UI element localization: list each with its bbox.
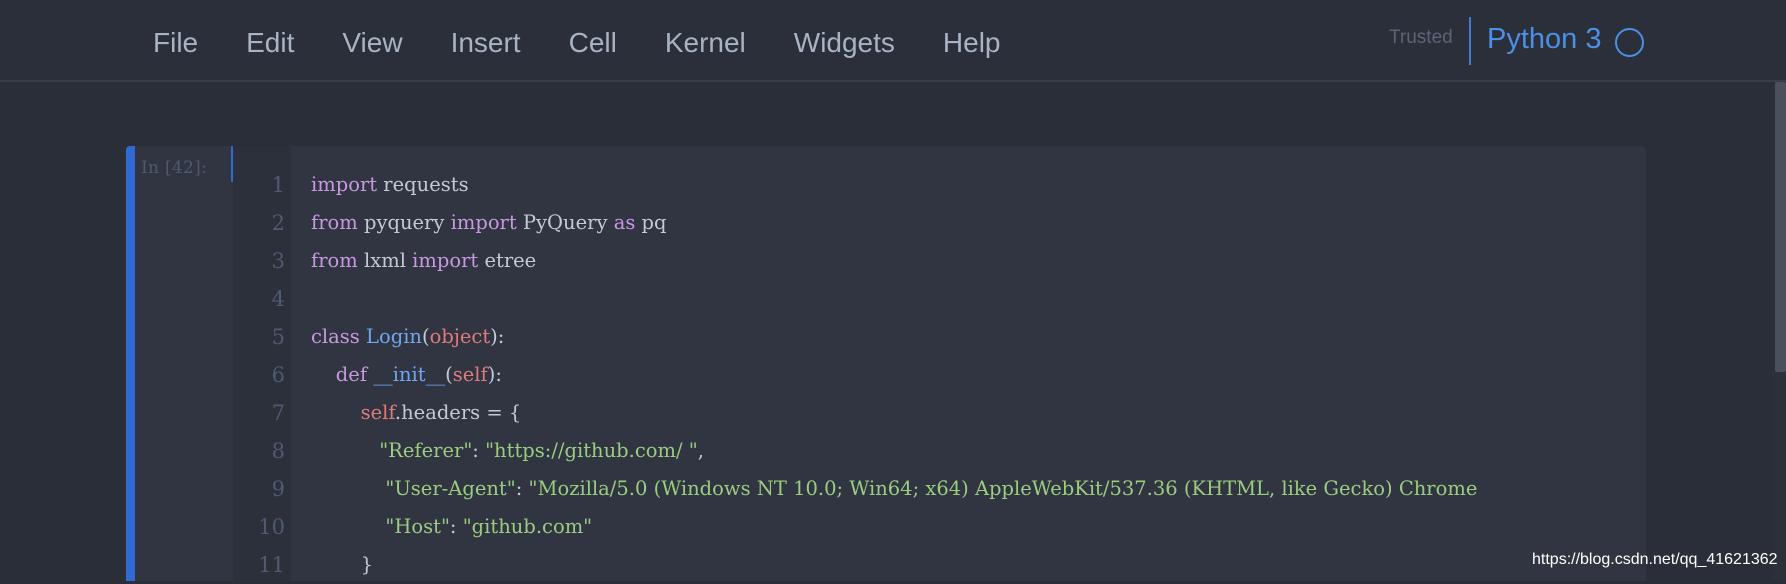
line-number: 5	[271, 325, 285, 349]
code-token: object	[429, 325, 491, 348]
code-token: requests	[377, 173, 469, 196]
code-token: "User-Agent"	[385, 477, 516, 500]
line-number: 1	[271, 173, 285, 197]
cell-selection-bar	[126, 146, 135, 581]
code-token: etree	[478, 249, 537, 272]
menu-file[interactable]: File	[153, 26, 198, 60]
code-token: ):	[487, 363, 502, 386]
code-line: ​	[311, 280, 1615, 318]
code-token: "Referer"	[379, 439, 473, 462]
code-token: "https://github.com/ "	[485, 439, 698, 462]
code-token: ):	[490, 325, 505, 348]
menu-kernel[interactable]: Kernel	[665, 26, 746, 60]
menu-view[interactable]: View	[342, 26, 402, 60]
menu-widgets[interactable]: Widgets	[794, 26, 895, 60]
code-line: import requests	[311, 166, 1615, 204]
code-line: "User-Agent": "Mozilla/5.0 (Windows NT 1…	[311, 470, 1615, 508]
code-token: import	[311, 173, 378, 196]
code-token: (	[445, 363, 453, 386]
code-token: Login	[366, 325, 422, 348]
line-number: 3	[271, 249, 285, 273]
code-token: :	[449, 515, 463, 538]
line-number: 7	[271, 401, 285, 425]
line-numbers: 1 2 3 4 5 6 7 8 9 10 11	[233, 166, 285, 584]
code-token: .headers = {	[394, 401, 522, 424]
menu-cell[interactable]: Cell	[569, 26, 617, 60]
line-number: 4	[271, 287, 285, 311]
code-token: :	[515, 477, 529, 500]
code-line: "Host": "github.com"	[311, 508, 1615, 546]
trusted-indicator[interactable]: Trusted	[1389, 26, 1453, 50]
code-token: lxml	[357, 249, 413, 272]
code-editor[interactable]: import requests from pyquery import PyQue…	[311, 166, 1615, 584]
kernel-divider	[1469, 17, 1471, 65]
code-token: PyQuery	[516, 211, 614, 234]
code-token: self	[360, 401, 395, 424]
code-line: self.headers = {	[311, 394, 1615, 432]
code-token: pq	[635, 211, 667, 234]
code-token: __init__	[373, 363, 446, 386]
code-token: :	[472, 439, 486, 462]
kernel-idle-icon	[1615, 28, 1644, 57]
scrollbar-thumb[interactable]	[1775, 82, 1786, 372]
code-line: "Referer": "https://github.com/ ",	[311, 432, 1615, 470]
code-line: from pyquery import PyQuery as pq	[311, 204, 1615, 242]
line-number: 2	[271, 211, 285, 235]
line-number: 6	[271, 363, 285, 387]
code-token: pyquery	[357, 211, 451, 234]
code-line: from lxml import etree	[311, 242, 1615, 280]
line-number: 9	[271, 477, 285, 501]
menu-insert[interactable]: Insert	[451, 26, 521, 60]
code-token: from	[311, 211, 358, 234]
watermark: https://blog.csdn.net/qq_41621362	[1532, 551, 1778, 568]
code-line: def __init__(self):	[311, 356, 1615, 394]
code-token: }	[311, 553, 373, 576]
code-token: "Mozilla/5.0 (Windows NT 10.0; Win64; x6…	[528, 477, 1478, 500]
line-number: 11	[258, 553, 285, 577]
menu-edit[interactable]: Edit	[246, 26, 294, 60]
code-token: "github.com"	[462, 515, 593, 538]
kernel-name[interactable]: Python 3	[1487, 22, 1601, 56]
code-token: self	[452, 363, 488, 386]
menu-help[interactable]: Help	[943, 26, 1001, 60]
cell-prompt: In [42]:	[141, 158, 208, 178]
code-token: ,	[697, 439, 704, 462]
code-token: (	[421, 325, 430, 348]
code-token: import	[412, 249, 479, 272]
code-line: }	[311, 546, 1615, 584]
code-token: "Host"	[385, 515, 450, 538]
menu-items: File Edit View Insert Cell Kernel Widget…	[153, 26, 1049, 60]
line-number: 8	[271, 439, 285, 463]
code-line: class Login(object):	[311, 318, 1615, 356]
code-token: from	[311, 249, 358, 272]
code-token: import	[450, 211, 517, 234]
menu-bar: File Edit View Insert Cell Kernel Widget…	[0, 0, 1786, 82]
code-token: def	[335, 363, 368, 386]
code-token: as	[613, 211, 636, 234]
code-token: class	[311, 325, 360, 348]
line-number: 10	[258, 515, 285, 539]
